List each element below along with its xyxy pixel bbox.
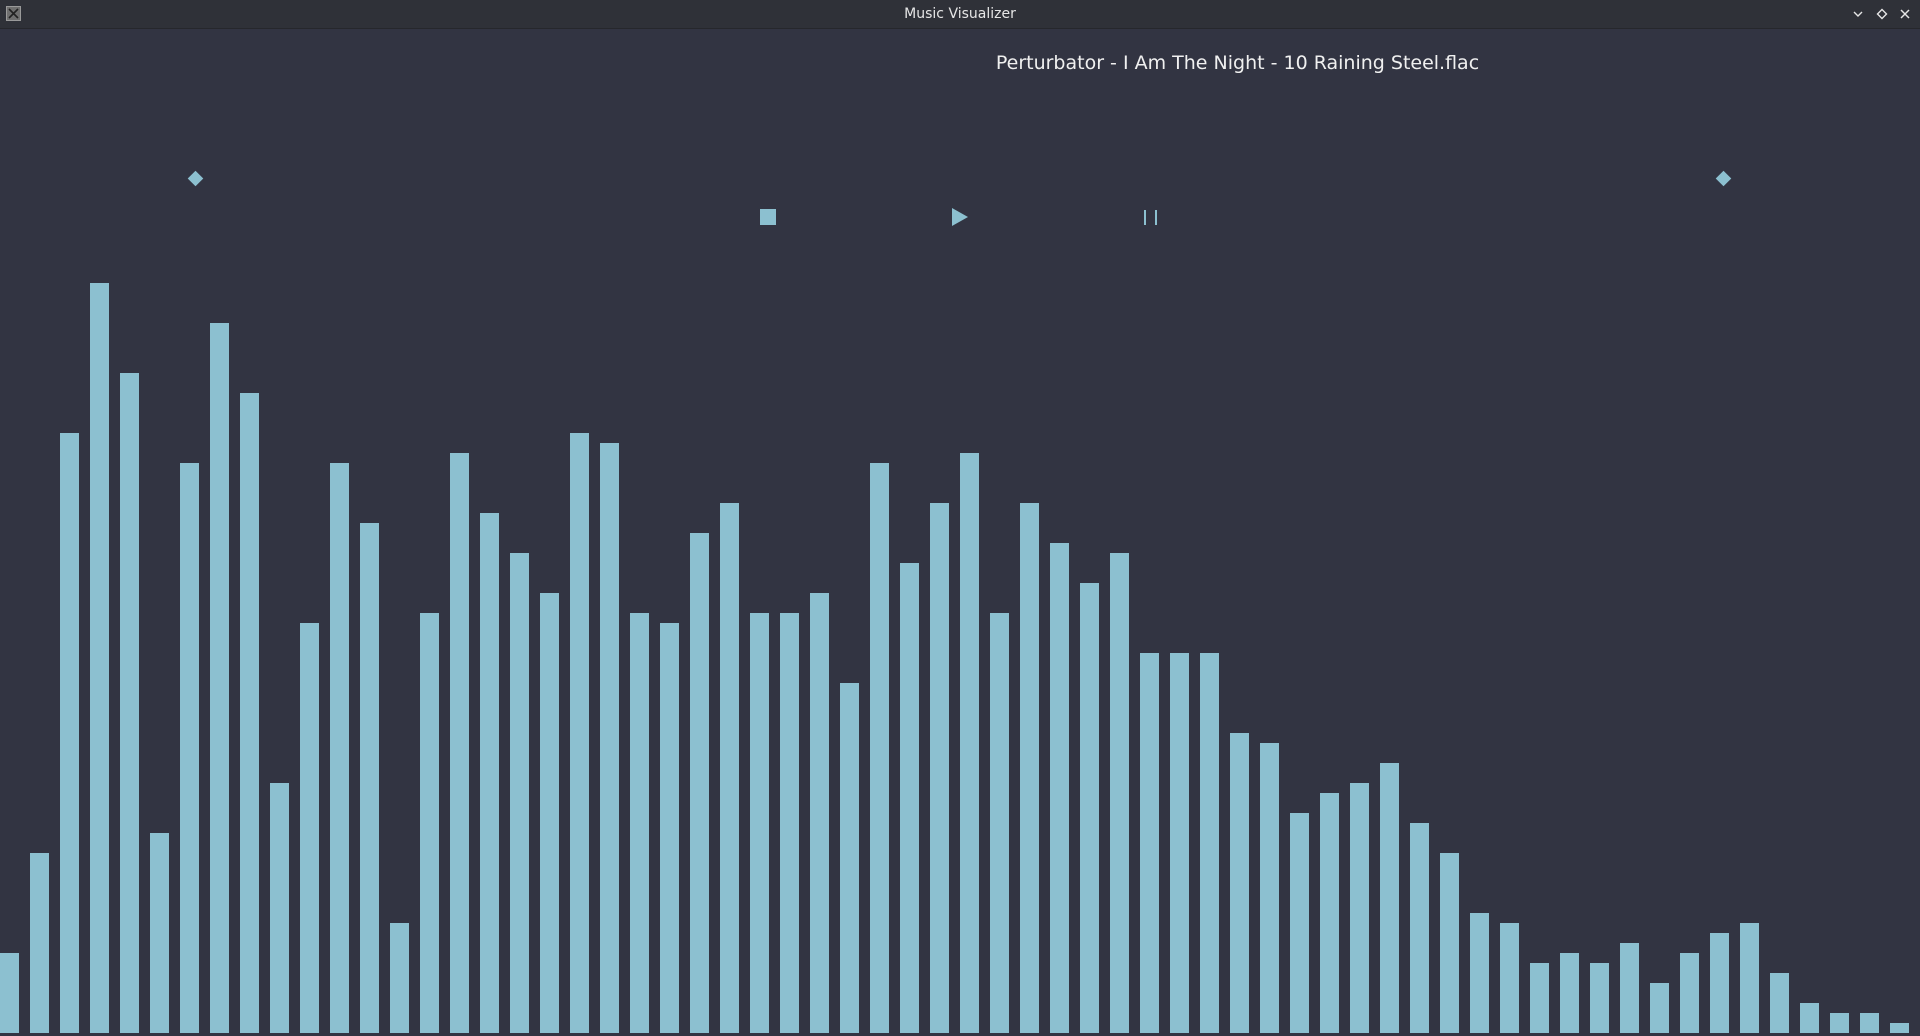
- spectrum-bar-8: [210, 323, 229, 1033]
- pause-bar-right: [1155, 210, 1157, 225]
- spectrum-bar-3: [60, 433, 79, 1033]
- spectrum-bar-62: [1830, 1013, 1849, 1033]
- spectrum-bar-26: [750, 613, 769, 1033]
- spectrum-bar-2: [30, 853, 49, 1033]
- spectrum-bar-24: [690, 533, 709, 1033]
- spectrum-bar-11: [300, 623, 319, 1033]
- spectrum-bar-34: [990, 613, 1009, 1033]
- spectrum-bar-21: [600, 443, 619, 1033]
- play-button[interactable]: [952, 208, 968, 226]
- spectrum-bar-41: [1200, 653, 1219, 1033]
- spectrum-bar-57: [1680, 953, 1699, 1033]
- spectrum-bar-37: [1080, 583, 1099, 1033]
- spectrum-bar-12: [330, 463, 349, 1033]
- spectrum-bar-46: [1350, 783, 1369, 1033]
- pause-button[interactable]: [1140, 207, 1162, 227]
- spectrum-bar-6: [150, 833, 169, 1033]
- spectrum-bar-35: [1020, 503, 1039, 1033]
- spectrum-bar-27: [780, 613, 799, 1033]
- spectrum-bar-39: [1140, 653, 1159, 1033]
- spectrum-bar-38: [1110, 553, 1129, 1033]
- spectrum-bar-32: [930, 503, 949, 1033]
- spectrum-bar-9: [240, 393, 259, 1033]
- spectrum-bar-43: [1260, 743, 1279, 1033]
- spectrum-bar-49: [1440, 853, 1459, 1033]
- spectrum-bar-4: [90, 283, 109, 1033]
- spectrum-bar-50: [1470, 913, 1489, 1033]
- spectrum-bar-22: [630, 613, 649, 1033]
- spectrum-bar-17: [480, 513, 499, 1033]
- spectrum-bar-60: [1770, 973, 1789, 1033]
- track-name-label: Perturbator - I Am The Night - 10 Rainin…: [995, 52, 1480, 74]
- spectrum-bar-48: [1410, 823, 1429, 1033]
- spectrum-bar-25: [720, 503, 739, 1033]
- spectrum-bar-58: [1710, 933, 1729, 1033]
- spectrum-bar-31: [900, 563, 919, 1033]
- spectrum-bar-44: [1290, 813, 1309, 1033]
- spectrum-bar-10: [270, 783, 289, 1033]
- spectrum-bar-61: [1800, 1003, 1819, 1033]
- spectrum-bar-13: [360, 523, 379, 1033]
- spectrum-bar-5: [120, 373, 139, 1033]
- spectrum-bar-55: [1620, 943, 1639, 1033]
- spectrum-bar-54: [1590, 963, 1609, 1033]
- spectrum-bar-52: [1530, 963, 1549, 1033]
- pause-bar-left: [1144, 210, 1146, 225]
- spectrum-bar-23: [660, 623, 679, 1033]
- spectrum-bar-40: [1170, 653, 1189, 1033]
- spectrum-bar-45: [1320, 793, 1339, 1033]
- spectrum-bar-20: [570, 433, 589, 1033]
- spectrum-bar-7: [180, 463, 199, 1033]
- spectrum-bar-28: [810, 593, 829, 1033]
- spectrum-bar-64: [1890, 1023, 1909, 1033]
- spectrum-bar-56: [1650, 983, 1669, 1033]
- spectrum-bar-29: [840, 683, 859, 1033]
- spectrum-bar-14: [390, 923, 409, 1033]
- spectrum-bar-47: [1380, 763, 1399, 1033]
- spectrum-chart: [0, 283, 1909, 1033]
- spectrum-bar-19: [540, 593, 559, 1033]
- spectrum-bar-15: [420, 613, 439, 1033]
- spectrum-bar-1: [0, 953, 19, 1033]
- spectrum-bar-53: [1560, 953, 1579, 1033]
- stop-button[interactable]: [760, 209, 776, 225]
- spectrum-bar-33: [960, 453, 979, 1033]
- spectrum-bar-59: [1740, 923, 1759, 1033]
- spectrum-bar-51: [1500, 923, 1519, 1033]
- spectrum-bar-30: [870, 463, 889, 1033]
- spectrum-bar-18: [510, 553, 529, 1033]
- spectrum-bar-36: [1050, 543, 1069, 1033]
- spectrum-bar-63: [1860, 1013, 1879, 1033]
- spectrum-bar-42: [1230, 733, 1249, 1033]
- music-visualizer-window: Music Visualizer Perturbator - I Am The …: [0, 0, 1920, 1036]
- spectrum-bar-16: [450, 453, 469, 1033]
